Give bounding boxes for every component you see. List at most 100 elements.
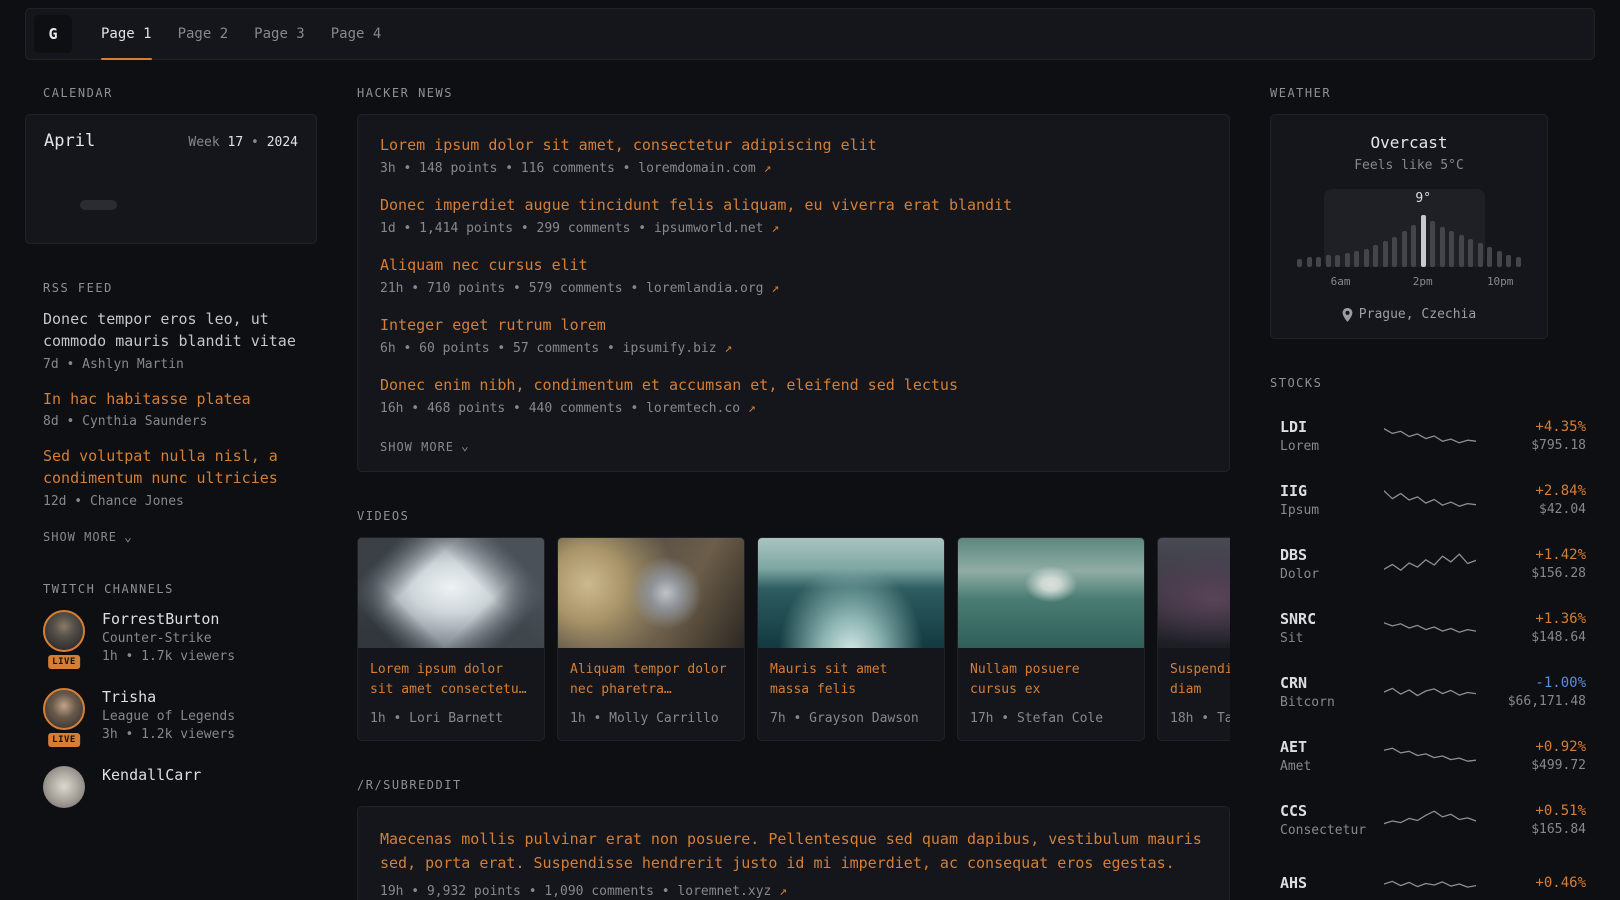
stock-change: +0.92% [1476,739,1586,755]
rss-link[interactable]: Sed volutpat nulla nisl, a condimentum n… [43,446,317,490]
calendar-widget: CALENDAR April Week 17 • 2024 [25,86,317,244]
calendar-header: April Week 17 • 2024 [44,131,298,151]
calendar-day [44,217,80,227]
weather-hour-bar [1516,257,1521,267]
page-tab[interactable]: Page 1 [88,9,165,59]
video-card[interactable]: Mauris sit amet massa felis 7h • Grayson… [757,537,945,741]
channel-info: KendallCarr [102,766,201,808]
weather-hour-bar [1449,231,1454,267]
hackernews-widget: HACKER NEWS Lorem ipsum dolor sit amet, … [357,86,1230,472]
stock-sparkline [1384,677,1476,707]
page-tab-label: Page 3 [254,26,305,42]
reddit-post-link[interactable]: Maecenas mollis pulvinar erat non posuer… [380,827,1207,875]
source-link[interactable]: loremtech.co [646,401,740,416]
twitch-channel[interactable]: LIVE ForrestBurton Counter-Strike 1h • 1… [43,610,317,664]
stock-values: -1.00% $66,171.48 [1476,675,1586,709]
weather-condition: Overcast [1287,133,1531,152]
calendar-day [117,200,153,210]
hackernews-show-more-button[interactable]: SHOW MORE⌄ [380,439,470,454]
stock-id: DBS Dolor [1280,546,1384,582]
news-link[interactable]: Donec enim nibh, condimentum et accumsan… [380,375,1207,396]
calendar-card: April Week 17 • 2024 [25,114,317,244]
stock-row[interactable]: AHS +0.46% [1280,852,1530,900]
stock-price: $165.84 [1476,822,1586,837]
twitch-channel[interactable]: LIVE Trisha League of Legends 3h • 1.2k … [43,688,317,742]
calendar-day [117,217,153,227]
stock-id: LDI Lorem [1280,418,1384,454]
news-stats: 21h • 710 points • 579 comments • [380,281,638,296]
weather-card: Overcast Feels like 5°C 9° 6am2pm10pm Pr… [1270,114,1548,339]
rss-show-more-button[interactable]: SHOW MORE⌄ [43,530,133,545]
weather-time-axis: 6am2pm10pm [1295,275,1523,291]
page-tab[interactable]: Page 4 [318,9,395,59]
news-link[interactable]: Lorem ipsum dolor sit amet, consectetur … [380,135,1207,156]
show-more-label: SHOW MORE [43,530,117,544]
news-meta: 1d • 1,414 points • 299 comments • ipsum… [380,221,1207,236]
video-title[interactable]: Lorem ipsum dolor sit amet consectetu… [370,660,532,702]
video-meta: 17h • Stefan Cole [970,711,1132,726]
video-card[interactable]: Aliquam tempor dolor nec pharetra… 1h • … [557,537,745,741]
source-link[interactable]: loremnet.xyz [677,884,771,899]
video-card[interactable]: Lorem ipsum dolor sit amet consectetu… 1… [357,537,545,741]
twitch-widget-title: TWITCH CHANNELS [43,582,317,596]
source-link[interactable]: ipsumworld.net [654,221,764,236]
news-link[interactable]: Integer eget rutrum lorem [380,315,1207,336]
time-label: 2pm [1413,275,1433,288]
video-title[interactable]: Suspendisse diam [1170,660,1230,702]
stock-ticker: DBS [1280,546,1384,564]
stock-price: $66,171.48 [1476,694,1586,709]
hackernews-card: Lorem ipsum dolor sit amet, consectetur … [357,114,1230,472]
rss-item: In hac habitasse platea 8d • Cynthia Sau… [43,389,317,430]
source-link[interactable]: loremlandia.org [646,281,763,296]
week-separator: • [251,135,259,150]
video-body: Mauris sit amet massa felis 7h • Grayson… [758,648,944,740]
stock-row[interactable]: AET Amet +0.92% $499.72 [1280,724,1530,788]
rss-link[interactable]: Donec tempor eros leo, ut commodo mauris… [43,309,317,353]
calendar-days [44,183,298,227]
calendar-day [44,183,80,193]
subreddit-widget-title: /R/SUBREDDIT [357,778,1230,792]
stock-row[interactable]: LDI Lorem +4.35% $795.18 [1280,404,1530,468]
video-card[interactable]: Nullam posuere cursus ex 17h • Stefan Co… [957,537,1145,741]
news-link[interactable]: Donec imperdiet augue tincidunt felis al… [380,195,1207,216]
news-link[interactable]: Aliquam nec cursus elit [380,255,1207,276]
calendar-week-info: Week 17 • 2024 [188,135,298,150]
calendar-year: 2024 [267,135,298,150]
video-title[interactable]: Aliquam tempor dolor nec pharetra… [570,660,732,702]
weather-hour-bar [1326,255,1331,267]
calendar-day [262,200,298,210]
stock-name: Dolor [1280,567,1384,582]
external-link-icon: ↗ [779,884,787,899]
page-tab[interactable]: Page 2 [165,9,242,59]
app-logo[interactable]: G [34,15,72,53]
rss-item: Donec tempor eros leo, ut commodo mauris… [43,309,317,372]
calendar-day [189,183,225,193]
source-link[interactable]: loremdomain.com [638,161,755,176]
video-card[interactable]: Suspendisse diam 18h • Tara [1157,537,1230,741]
rss-link[interactable]: In hac habitasse platea [43,389,317,411]
stock-name: Ipsum [1280,503,1384,518]
stock-row[interactable]: SNRC Sit +1.36% $148.64 [1280,596,1530,660]
calendar-day [189,217,225,227]
stock-row[interactable]: CRN Bitcorn -1.00% $66,171.48 [1280,660,1530,724]
location-label: Prague, Czechia [1359,307,1476,322]
video-meta: 1h • Lori Barnett [370,711,532,726]
channel-info: ForrestBurton Counter-Strike 1h • 1.7k v… [102,610,235,664]
video-title[interactable]: Mauris sit amet massa felis [770,660,932,702]
week-number: 17 [228,135,244,150]
page-tab[interactable]: Page 3 [241,9,318,59]
stock-row[interactable]: IIG Ipsum +2.84% $42.04 [1280,468,1530,532]
news-stats: 3h • 148 points • 116 comments • [380,161,630,176]
calendar-day [262,217,298,227]
stock-row[interactable]: DBS Dolor +1.42% $156.28 [1280,532,1530,596]
stock-sparkline [1384,741,1476,771]
source-link[interactable]: ipsumify.biz [623,341,717,356]
twitch-channel[interactable]: LIVE KendallCarr [43,766,317,808]
stocks-widget-title: STOCKS [1270,376,1548,390]
weather-feels-like: Feels like 5°C [1287,158,1531,173]
video-title[interactable]: Nullam posuere cursus ex [970,660,1132,702]
stock-row[interactable]: CCS Consectetur +0.51% $165.84 [1280,788,1530,852]
stock-name: Consectetur [1280,823,1384,838]
stock-id: AHS [1280,874,1384,895]
news-item: Donec enim nibh, condimentum et accumsan… [380,375,1207,416]
